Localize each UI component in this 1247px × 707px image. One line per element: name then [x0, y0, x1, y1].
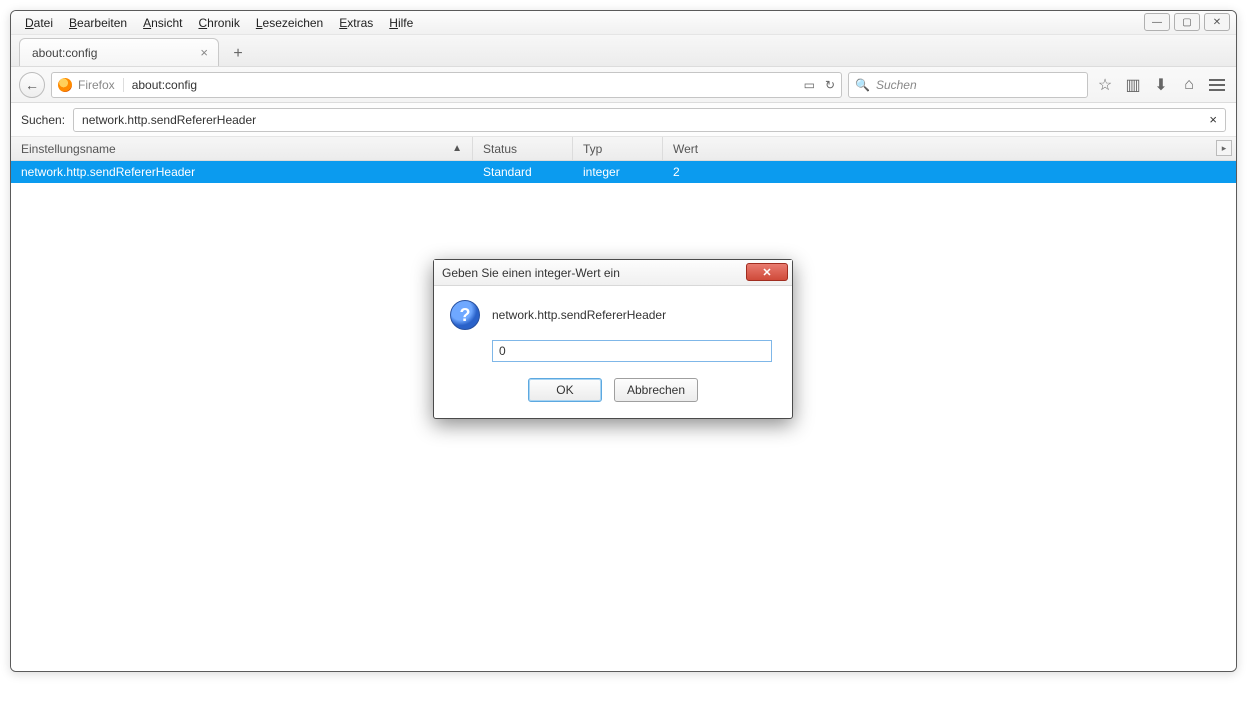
close-icon: ✕ — [762, 266, 771, 279]
column-header-status-label: Status — [483, 142, 517, 156]
url-text: about:config — [132, 78, 197, 92]
menu-edit[interactable]: Bearbeiten — [61, 14, 135, 32]
window-minimize-button[interactable]: ― — [1144, 13, 1170, 31]
ok-button-label: OK — [556, 383, 573, 397]
reader-mode-icon[interactable]: ▭ — [804, 78, 815, 92]
window-close-button[interactable]: ✕ — [1204, 13, 1230, 31]
column-header-name-label: Einstellungsname — [21, 142, 116, 156]
column-header-value[interactable]: Wert — [663, 137, 1236, 160]
column-picker-icon[interactable]: ▸ — [1216, 140, 1232, 156]
identity-label: Firefox — [78, 78, 124, 92]
home-icon[interactable]: ⌂ — [1178, 74, 1200, 96]
integer-prompt-dialog: Geben Sie einen integer-Wert ein ✕ ? net… — [433, 259, 793, 419]
menu-extras[interactable]: Extras — [331, 14, 381, 32]
sidebar-icon[interactable]: ▥ — [1122, 74, 1144, 96]
reload-icon[interactable]: ↻ — [825, 78, 835, 92]
column-header-type[interactable]: Typ — [573, 137, 663, 160]
tab-close-icon[interactable]: × — [200, 45, 208, 60]
menu-view[interactable]: Ansicht — [135, 14, 190, 32]
url-bar[interactable]: Firefox about:config ▭ ↻ — [51, 72, 842, 98]
cell-name: network.http.sendRefererHeader — [11, 165, 473, 179]
menu-help[interactable]: Hilfe — [381, 14, 421, 32]
clear-search-icon[interactable]: × — [1209, 112, 1217, 127]
tab-title: about:config — [32, 46, 97, 60]
menu-bar: Datei Bearbeiten Ansicht Chronik Lesezei… — [11, 11, 1236, 35]
config-search-input[interactable]: network.http.sendRefererHeader × — [73, 108, 1226, 132]
dialog-title-text: Geben Sie einen integer-Wert ein — [442, 266, 620, 280]
firefox-icon — [58, 78, 72, 92]
new-tab-button[interactable]: + — [225, 42, 251, 66]
menu-file[interactable]: Datei — [17, 14, 61, 32]
question-icon: ? — [450, 300, 480, 330]
config-search-row: Suchen: network.http.sendRefererHeader × — [11, 103, 1236, 137]
cell-type: integer — [573, 165, 663, 179]
dialog-pref-name: network.http.sendRefererHeader — [492, 308, 666, 322]
dialog-close-button[interactable]: ✕ — [746, 263, 788, 281]
config-table-header: Einstellungsname ▲ Status Typ Wert ▸ — [11, 137, 1236, 161]
menu-button[interactable] — [1206, 74, 1228, 96]
column-header-value-label: Wert — [673, 142, 698, 156]
dialog-body: ? network.http.sendRefererHeader OK Abbr… — [434, 286, 792, 418]
nav-toolbar: ← Firefox about:config ▭ ↻ 🔍 Suchen ☆ ▥ … — [11, 67, 1236, 103]
dialog-value-input[interactable] — [492, 340, 772, 362]
config-content-area: Geben Sie einen integer-Wert ein ✕ ? net… — [11, 183, 1236, 672]
window-maximize-button[interactable]: ▢ — [1174, 13, 1200, 31]
ok-button[interactable]: OK — [528, 378, 602, 402]
column-header-type-label: Typ — [583, 142, 602, 156]
config-search-value: network.http.sendRefererHeader — [82, 113, 256, 127]
search-icon: 🔍 — [855, 78, 870, 92]
browser-window: Datei Bearbeiten Ansicht Chronik Lesezei… — [10, 10, 1237, 672]
tab-about-config[interactable]: about:config × — [19, 38, 219, 66]
search-placeholder: Suchen — [876, 78, 917, 92]
dialog-titlebar[interactable]: Geben Sie einen integer-Wert ein ✕ — [434, 260, 792, 286]
menu-history[interactable]: Chronik — [190, 14, 247, 32]
hamburger-icon — [1209, 79, 1225, 91]
back-button[interactable]: ← — [19, 72, 45, 98]
menu-bookmarks[interactable]: Lesezeichen — [248, 14, 331, 32]
cancel-button-label: Abbrechen — [627, 383, 685, 397]
back-arrow-icon: ← — [25, 77, 39, 93]
config-row-selected[interactable]: network.http.sendRefererHeader Standard … — [11, 161, 1236, 183]
cell-status: Standard — [473, 165, 573, 179]
column-header-status[interactable]: Status — [473, 137, 573, 160]
downloads-icon[interactable]: ⬇ — [1150, 74, 1172, 96]
sort-asc-icon: ▲ — [452, 143, 462, 154]
bookmark-star-icon[interactable]: ☆ — [1094, 74, 1116, 96]
cancel-button[interactable]: Abbrechen — [614, 378, 698, 402]
search-box[interactable]: 🔍 Suchen — [848, 72, 1088, 98]
tab-strip: about:config × + — [11, 35, 1236, 67]
column-header-name[interactable]: Einstellungsname ▲ — [11, 137, 473, 160]
cell-value: 2 — [663, 165, 1236, 179]
config-search-label: Suchen: — [21, 113, 65, 127]
